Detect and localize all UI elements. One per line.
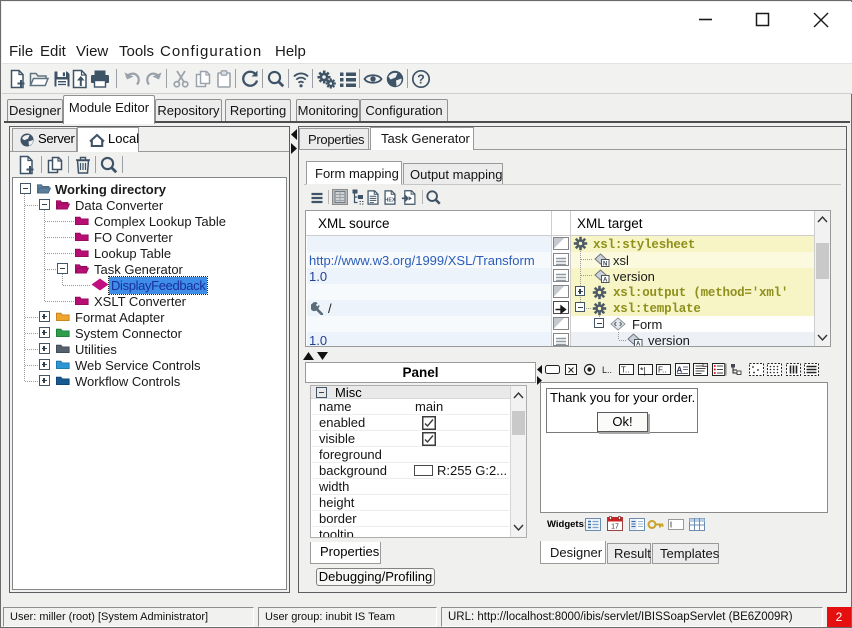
svg-text:T..: T.. [621, 366, 629, 375]
svg-text:?: ? [417, 73, 425, 87]
svg-text:*|: *| [640, 366, 646, 376]
svg-text:17: 17 [611, 524, 619, 531]
svg-text:A: A [636, 341, 641, 347]
svg-text:N: N [603, 261, 607, 267]
svg-text:HEX: HEX [385, 198, 396, 204]
svg-text:A: A [603, 277, 608, 283]
svg-text:L..: L.. [602, 365, 612, 375]
svg-text:F..: F.. [658, 366, 666, 375]
